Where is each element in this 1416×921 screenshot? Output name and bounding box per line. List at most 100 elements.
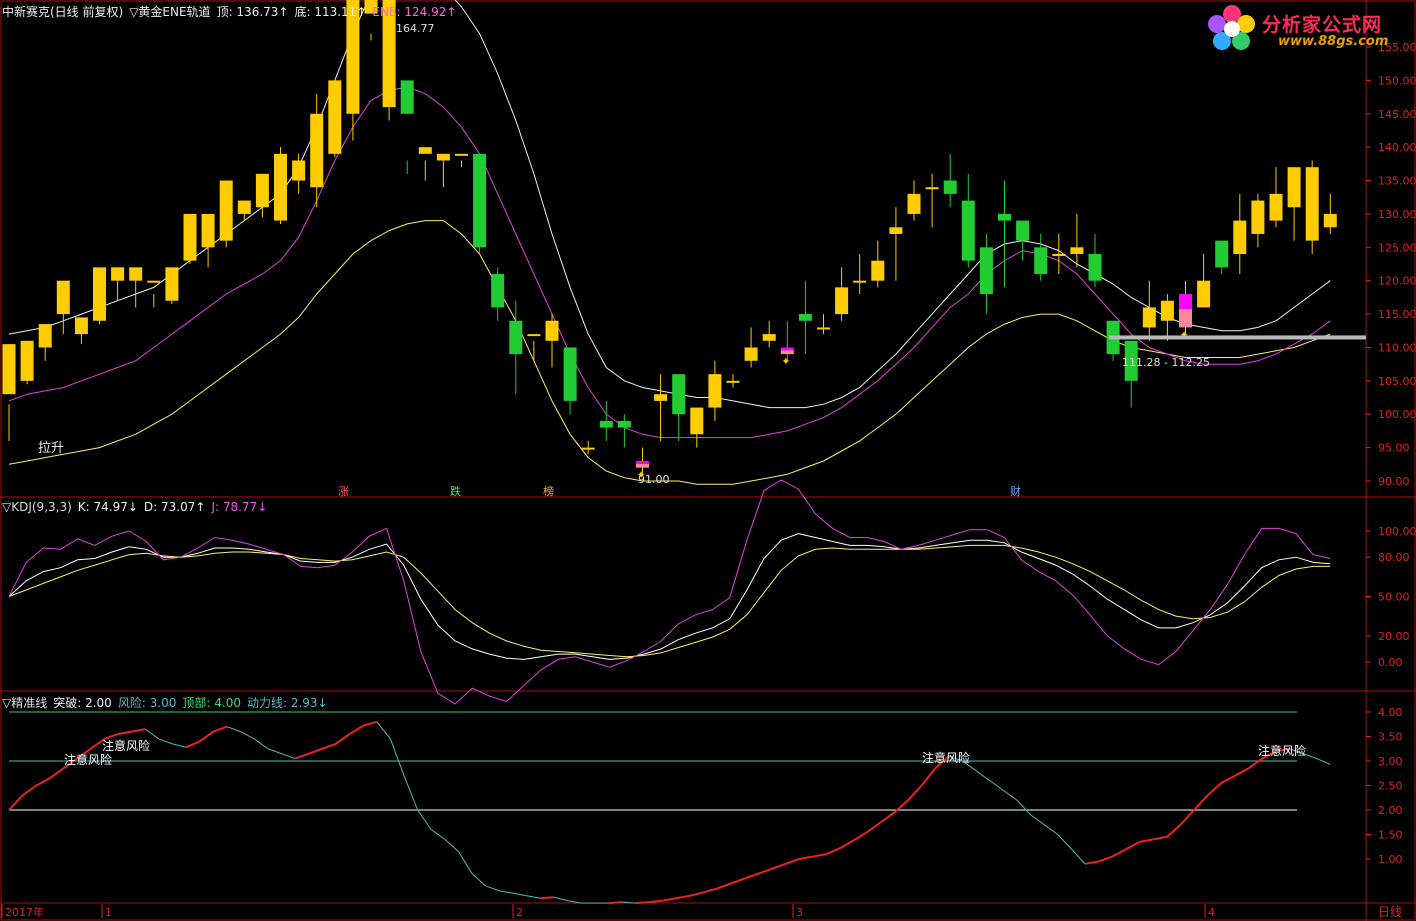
butterfly-icon: ✦ [781,355,790,368]
signal-candle-top [1179,294,1192,310]
dongli-segment [540,896,554,900]
candle-body [599,420,613,428]
candle-body [654,394,668,401]
candle-body [147,280,161,283]
x-tick-label: 3 [796,906,803,919]
indicator-name: ▽黄金ENE轨道 [129,5,211,19]
y-tick-label: 115.00 [1378,308,1416,321]
die-label: 跌 [450,484,461,498]
ene-value: ENE: 124.92↑ [372,5,457,19]
signal-candle-bottom [1179,309,1192,328]
stock-chart-stage: ✦✦✦ 90.0095.00100.00105.00110.00115.0012… [0,0,1416,921]
y-tick-label: 125.00 [1378,241,1416,254]
zhang-label: 涨 [338,485,349,498]
candle-body [292,160,306,181]
candle-body [20,340,34,381]
y-tick-label: 90.00 [1378,475,1410,488]
candle-body [1016,220,1030,241]
candle-body [708,374,722,408]
y-tick-label: 95.00 [1378,442,1410,455]
jz-dingbu: 顶部: 4.00 [182,696,241,710]
jz-tupo: 突破: 2.00 [53,696,112,710]
stock-title: 中新赛克(日线 前复权) [2,5,124,19]
candle-body [1088,253,1102,281]
y-tick-label: 3.50 [1378,731,1403,744]
risk-label-2: 注意风险 [102,738,150,753]
y-tick-label: 150.00 [1378,74,1416,87]
candle-body [129,267,143,281]
candle-body [998,213,1011,221]
range-label: 111.28 - 112.25 [1122,356,1210,369]
signal-candle-bottom [636,463,649,468]
flower-icon [1208,5,1255,50]
candle-body [672,374,686,415]
candle-body [165,267,179,301]
candle-body [907,193,921,214]
y-tick-label: 100.00 [1378,525,1416,538]
candle-body [1197,280,1211,308]
candle-body [563,347,577,401]
candle-body [1034,247,1048,275]
y-tick-label: 130.00 [1378,208,1416,221]
candle-body [798,314,812,321]
dongli-segment [608,901,623,905]
candle-body [1251,200,1265,234]
candle-body [1287,167,1301,208]
candle-body [93,267,106,321]
candle-body [1052,253,1066,256]
candle-body [491,274,505,308]
candle-body [56,280,70,315]
candle-body [274,153,287,221]
candle-body [418,147,432,154]
bang-label: 榜 [543,484,554,498]
candle-body [690,407,704,435]
candle-body [943,180,957,194]
y-tick-label: 2.00 [1378,804,1403,817]
kdj-k: K: 74.97↓ [77,500,138,514]
candle-body [617,420,631,428]
y-tick-label: 0.00 [1378,656,1403,669]
logo-text: 分析家公式网 [1262,14,1383,36]
y-tick-label: 1.00 [1378,853,1403,866]
candle-body [581,447,595,450]
period-label: 日线 [1378,905,1402,919]
bottom-value: 底: 113.11↑ [294,5,367,19]
kdj-d: D: 73.07↑ [143,500,206,514]
dongli-segment [635,901,650,905]
y-tick-label: 80.00 [1378,551,1410,564]
candle-body [871,260,885,281]
candle-body [473,153,487,248]
jz-fengxian: 风险: 3.00 [117,696,177,710]
candle-body [961,200,975,261]
signal-candle-bottom [780,350,794,355]
candle-body [1215,240,1229,268]
candle-body [762,334,776,341]
y-tick-label: 100.00 [1378,408,1416,421]
candle-body [310,113,324,188]
y-tick-label: 140.00 [1378,141,1416,154]
low-price-label: 91.00 [638,473,670,486]
candle-body [1269,193,1283,221]
candle-body [255,173,269,208]
site-logo[interactable]: 分析家公式网 www.88gs.com [1206,4,1406,54]
top-value: 顶: 136.73↑ [216,5,289,19]
candle-body [328,80,342,154]
candle-body [436,153,450,161]
y-tick-label: 120.00 [1378,275,1416,288]
candle-body [817,327,830,330]
candle-body [545,320,559,341]
y-tick-label: 1.50 [1378,829,1403,842]
candle-body [1323,213,1337,228]
lashen-label: 拉升 [38,441,64,456]
x-tick-label: 2 [516,906,523,919]
risk-label-4: 注意风险 [1258,743,1306,758]
risk-label-3: 注意风险 [922,750,970,765]
kdj-name: ▽KDJ(9,3,3) [2,500,72,514]
y-tick-label: 2.50 [1378,780,1403,793]
y-tick-label: 145.00 [1378,108,1416,121]
cai-label: 财 [1010,484,1021,498]
x-tick-label: 2017年 [5,905,44,919]
candle-body [1142,307,1156,328]
candle-body [111,267,125,281]
candle-body [853,280,867,283]
